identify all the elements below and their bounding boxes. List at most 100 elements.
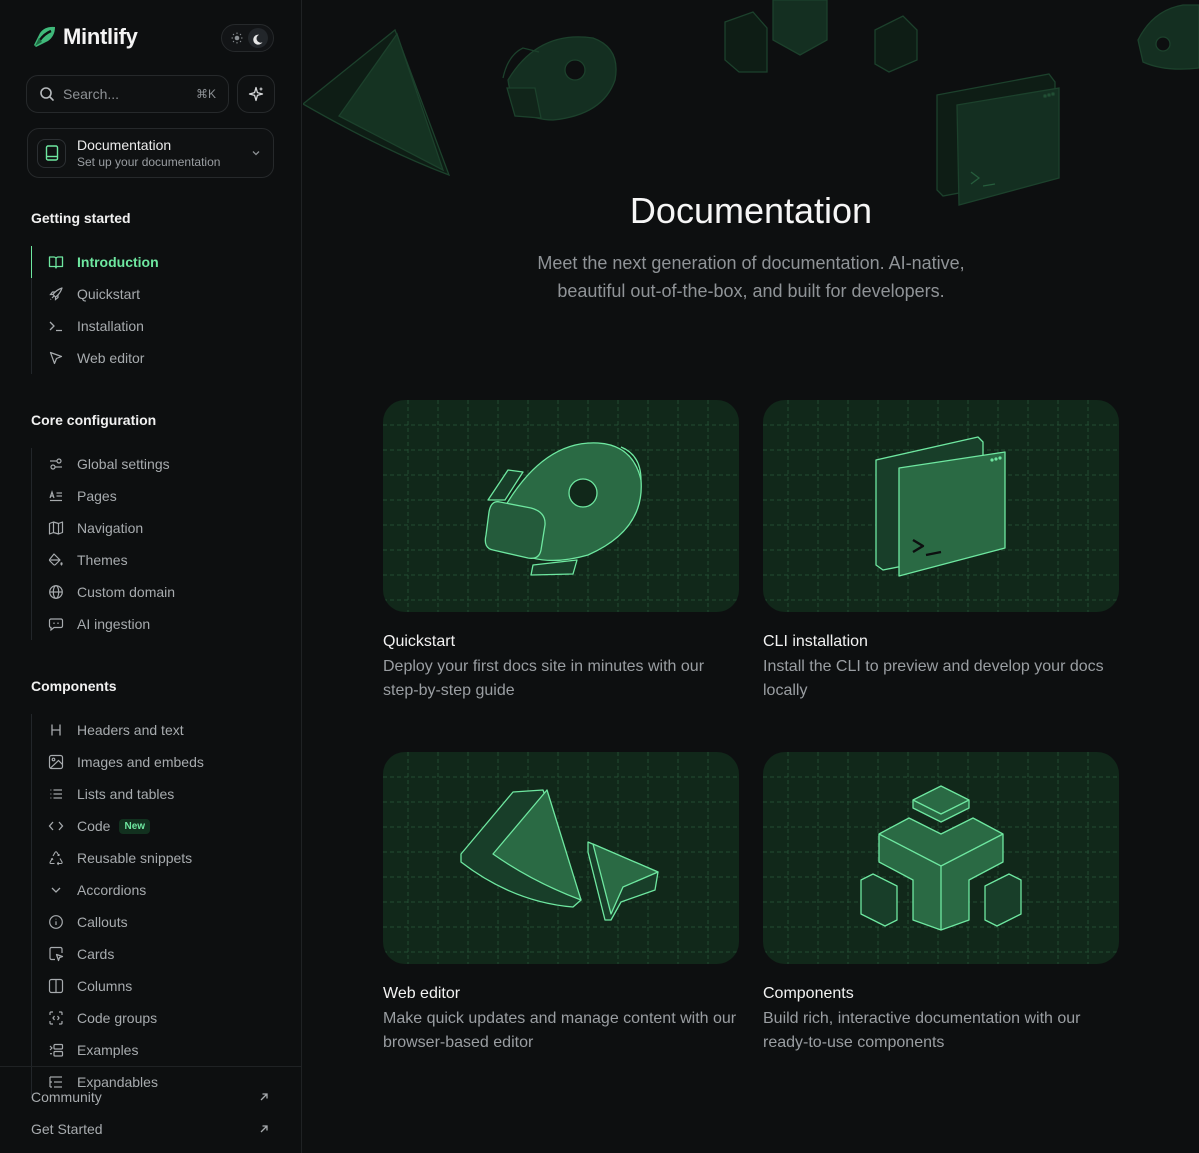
pointer-icon bbox=[48, 350, 64, 366]
sidebar-item-label: Global settings bbox=[77, 456, 170, 472]
sidebar-item-examples[interactable]: Examples bbox=[32, 1034, 281, 1066]
sidebar-item-label: AI ingestion bbox=[77, 616, 151, 632]
sidebar-nav: Getting started Introduction Quickstart … bbox=[31, 210, 281, 1098]
sidebar-item-label: Code groups bbox=[77, 1010, 158, 1026]
nav-group-title: Getting started bbox=[31, 210, 131, 226]
sidebar-item-columns[interactable]: Columns bbox=[32, 970, 281, 1002]
bot-message-icon bbox=[48, 616, 64, 632]
sidebar-item-label: Accordions bbox=[77, 882, 147, 898]
sidebar-item-label: Cards bbox=[77, 946, 115, 962]
sidebar-item-label: Images and embeds bbox=[77, 754, 204, 770]
card-description: Build rich, interactive documentation wi… bbox=[763, 1010, 1081, 1051]
sidebar-item-reusable-snippets[interactable]: Reusable snippets bbox=[32, 842, 281, 874]
sidebar-item-accordions[interactable]: Accordions bbox=[32, 874, 281, 906]
sidebar-item-callouts[interactable]: Callouts bbox=[32, 906, 281, 938]
product-subtitle: Set up your documentation bbox=[77, 155, 221, 169]
sidebar-item-ai-ingestion[interactable]: AI ingestion bbox=[32, 608, 281, 640]
sidebar-item-code[interactable]: Code New bbox=[32, 810, 281, 842]
brand-name: Mintlify bbox=[63, 24, 138, 49]
book-open-icon bbox=[48, 254, 64, 270]
logo[interactable]: Mintlify bbox=[31, 24, 138, 50]
sidebar-item-installation[interactable]: Installation bbox=[32, 310, 281, 342]
sliders-icon bbox=[48, 456, 64, 472]
sidebar-item-quickstart[interactable]: Quickstart bbox=[32, 278, 281, 310]
sidebar-item-label: Installation bbox=[77, 318, 144, 334]
card-web-editor[interactable]: Web editor Make quick updates and manage… bbox=[383, 752, 739, 1055]
search-placeholder: Search... bbox=[63, 86, 120, 102]
sidebar-item-web-editor[interactable]: Web editor bbox=[32, 342, 281, 374]
blocks-illustration bbox=[763, 752, 1119, 964]
sidebar-item-label: Web editor bbox=[77, 350, 145, 366]
nav-group-components: Headers and text Images and embeds Lists… bbox=[31, 714, 281, 1098]
card-title: Quickstart bbox=[383, 633, 456, 650]
chevron-down-icon bbox=[48, 882, 64, 898]
sidebar-item-pages[interactable]: Pages bbox=[32, 480, 281, 512]
ai-assistant-button[interactable] bbox=[237, 75, 275, 113]
sidebar-item-themes[interactable]: Themes bbox=[32, 544, 281, 576]
scan-code-icon bbox=[48, 1010, 64, 1026]
get-started-link[interactable]: Get Started bbox=[31, 1113, 271, 1145]
sidebar-item-label: Code bbox=[77, 818, 111, 834]
card-illustration bbox=[763, 400, 1119, 612]
sidebar-item-label: Themes bbox=[77, 552, 128, 568]
sidebar: Mintlify Search... ⌘K Documentation Set … bbox=[0, 0, 302, 1153]
footer-link-label: Get Started bbox=[31, 1121, 103, 1137]
sidebar-item-introduction[interactable]: Introduction bbox=[31, 246, 281, 278]
sidebar-item-label: Headers and text bbox=[77, 722, 184, 738]
sidebar-item-label: Quickstart bbox=[77, 286, 141, 302]
sidebar-footer: Community Get Started bbox=[0, 1066, 302, 1153]
rocket-icon bbox=[48, 286, 64, 302]
terminal-icon bbox=[48, 318, 64, 334]
theme-toggle[interactable] bbox=[221, 24, 274, 52]
product-title: Documentation bbox=[77, 137, 172, 153]
sidebar-item-custom-domain[interactable]: Custom domain bbox=[32, 576, 281, 608]
map-icon bbox=[48, 520, 64, 536]
search-bar[interactable]: Search... ⌘K bbox=[26, 75, 229, 113]
sidebar-item-label: Callouts bbox=[77, 914, 128, 930]
code-icon bbox=[48, 818, 64, 834]
rocket-illustration bbox=[383, 400, 739, 612]
sidebar-item-global-settings[interactable]: Global settings bbox=[32, 448, 281, 480]
product-switcher[interactable]: Documentation Set up your documentation bbox=[27, 128, 274, 178]
info-icon bbox=[48, 914, 64, 930]
nav-group-core-configuration: Global settings Pages Navigation Themes … bbox=[31, 448, 281, 640]
sidebar-item-label: Navigation bbox=[77, 520, 144, 536]
sidebar-item-headers-and-text[interactable]: Headers and text bbox=[32, 714, 281, 746]
main-content: Documentation Meet the next generation o… bbox=[303, 0, 1199, 1153]
book-icon bbox=[37, 138, 66, 168]
list-icon bbox=[48, 786, 64, 802]
card-description: Deploy your first docs site in minutes w… bbox=[383, 658, 705, 699]
hero-background-illustration bbox=[303, 0, 1199, 206]
new-badge: New bbox=[119, 818, 151, 834]
card-illustration bbox=[383, 400, 739, 612]
sidebar-item-label: Pages bbox=[77, 488, 117, 504]
card-illustration bbox=[763, 752, 1119, 964]
footer-link-label: Community bbox=[31, 1089, 102, 1105]
search-shortcut: ⌘K bbox=[195, 87, 216, 101]
page-title: Documentation bbox=[629, 190, 873, 231]
card-illustration bbox=[383, 752, 739, 964]
sidebar-item-label: Introduction bbox=[77, 254, 159, 270]
columns-icon bbox=[48, 978, 64, 994]
card-cli-installation[interactable]: CLI installation Install the CLI to prev… bbox=[763, 400, 1119, 703]
sidebar-item-lists-and-tables[interactable]: Lists and tables bbox=[32, 778, 281, 810]
nav-group-title: Components bbox=[31, 678, 117, 694]
card-components[interactable]: Components Build rich, interactive docum… bbox=[763, 752, 1119, 1055]
card-quickstart[interactable]: Quickstart Deploy your first docs site i… bbox=[383, 400, 739, 703]
terminal-window-illustration bbox=[763, 400, 1119, 612]
search-icon bbox=[40, 87, 54, 101]
sidebar-item-code-groups[interactable]: Code groups bbox=[32, 1002, 281, 1034]
cursor-illustration bbox=[383, 752, 739, 964]
community-link[interactable]: Community bbox=[31, 1081, 271, 1113]
card-title: Web editor bbox=[383, 985, 461, 1002]
sidebar-item-label: Reusable snippets bbox=[77, 850, 193, 866]
sidebar-item-label: Examples bbox=[77, 1042, 139, 1058]
sidebar-item-images-and-embeds[interactable]: Images and embeds bbox=[32, 746, 281, 778]
sun-icon[interactable] bbox=[227, 28, 247, 48]
sidebar-item-cards[interactable]: Cards bbox=[32, 938, 281, 970]
examples-icon bbox=[48, 1042, 64, 1058]
card-title: Components bbox=[763, 985, 854, 1002]
sidebar-item-navigation[interactable]: Navigation bbox=[32, 512, 281, 544]
paint-bucket-icon bbox=[48, 552, 64, 568]
moon-icon[interactable] bbox=[248, 28, 268, 48]
